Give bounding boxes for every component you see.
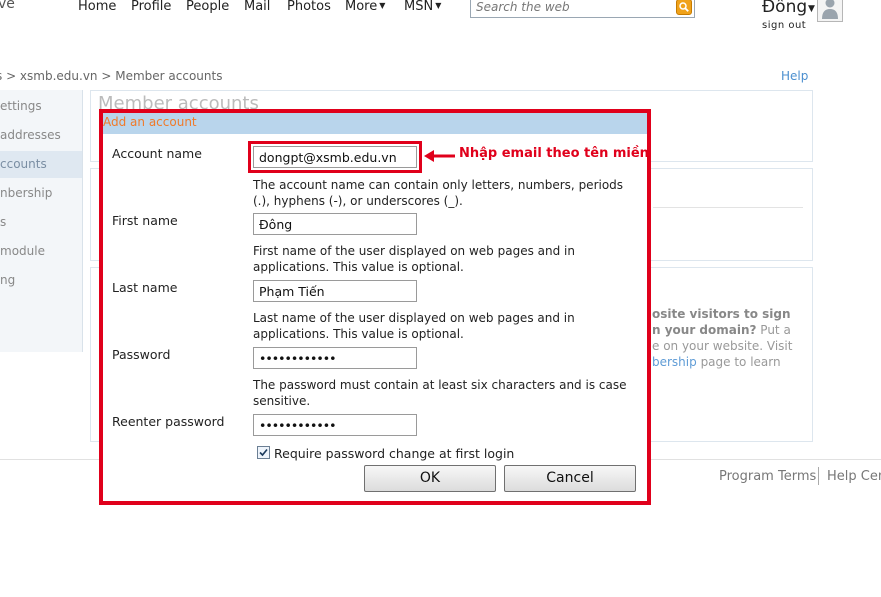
sign-out-link[interactable]: sign out bbox=[762, 20, 806, 31]
search-button[interactable] bbox=[676, 0, 692, 15]
password-help: The password must contain at least six c… bbox=[253, 378, 627, 408]
first-name-input[interactable] bbox=[253, 213, 417, 235]
dialog-title-bar: Add an account bbox=[103, 113, 647, 134]
nav-mail[interactable]: Mail bbox=[244, 0, 270, 14]
sidebar-item-membership[interactable]: nbership bbox=[0, 186, 52, 200]
search-input[interactable] bbox=[471, 0, 677, 17]
nav-msn[interactable]: MSN ▼ bbox=[404, 0, 441, 14]
user-silhouette-icon bbox=[822, 0, 838, 19]
annotation-text: Nhập email theo tên miền bbox=[459, 146, 649, 161]
last-name-input[interactable] bbox=[253, 280, 417, 302]
require-password-change-checkbox[interactable] bbox=[257, 446, 270, 459]
nav-home[interactable]: Home bbox=[78, 0, 116, 14]
last-name-help: Last name of the user displayed on web p… bbox=[253, 311, 575, 341]
cancel-button[interactable]: Cancel bbox=[504, 465, 636, 492]
nav-people[interactable]: People bbox=[186, 0, 229, 14]
password-label: Password bbox=[112, 347, 171, 362]
ok-button[interactable]: OK bbox=[364, 465, 496, 492]
sidebar-item-settings[interactable]: ettings bbox=[0, 99, 42, 113]
chevron-down-icon[interactable]: ▼ bbox=[808, 4, 815, 14]
sidebar-item-ng[interactable]: ng bbox=[0, 273, 15, 287]
nav-more[interactable]: More ▼ bbox=[345, 0, 385, 14]
account-name-highlight-box bbox=[248, 141, 422, 173]
chevron-down-icon: ▼ bbox=[435, 1, 442, 10]
search-box bbox=[470, 0, 695, 18]
help-center-link[interactable]: Help Cent bbox=[827, 469, 881, 484]
sidebar-item-s[interactable]: s bbox=[0, 215, 6, 229]
divider bbox=[653, 207, 803, 208]
require-password-change-label[interactable]: Require password change at first login bbox=[274, 446, 514, 461]
account-name-label: Account name bbox=[112, 146, 202, 161]
membership-link[interactable]: bership bbox=[652, 355, 697, 369]
reenter-password-label: Reenter password bbox=[112, 414, 225, 429]
first-name-help: First name of the user displayed on web … bbox=[253, 244, 575, 274]
help-link[interactable]: Help bbox=[781, 69, 808, 83]
account-name-help: The account name can contain only letter… bbox=[253, 178, 624, 208]
password-input[interactable] bbox=[253, 347, 417, 369]
sidebar-item-addresses[interactable]: addresses bbox=[0, 128, 61, 142]
program-terms-link[interactable]: Program Terms bbox=[719, 469, 816, 484]
brand-logo[interactable]: ve™ bbox=[0, 0, 22, 12]
sidebar-item-accounts[interactable]: ccounts bbox=[0, 151, 82, 178]
promo-text: bership page to learn bbox=[652, 355, 781, 369]
dialog-title: Add an account bbox=[103, 115, 197, 129]
user-name-menu[interactable]: Đông bbox=[762, 0, 807, 17]
promo-text: e on your website. Visit bbox=[652, 339, 793, 353]
nav-profile[interactable]: Profile bbox=[131, 0, 171, 14]
search-icon bbox=[679, 2, 689, 12]
footer-separator bbox=[818, 467, 819, 485]
arrow-left-icon bbox=[424, 150, 455, 162]
promo-text: n your domain? Put a bbox=[652, 323, 791, 337]
reenter-password-input[interactable] bbox=[253, 414, 417, 436]
checkmark-icon bbox=[259, 448, 268, 457]
sidebar-item-module[interactable]: module bbox=[0, 244, 45, 258]
avatar[interactable] bbox=[817, 0, 843, 22]
last-name-label: Last name bbox=[112, 280, 178, 295]
promo-text: osite visitors to sign bbox=[652, 307, 791, 321]
top-navigation-bar: ve™ Home Profile People Mail Photos More… bbox=[0, 0, 881, 48]
chevron-down-icon: ▼ bbox=[379, 1, 386, 10]
nav-photos[interactable]: Photos bbox=[287, 0, 331, 14]
breadcrumb: s > xsmb.edu.vn > Member accounts bbox=[0, 69, 223, 83]
first-name-label: First name bbox=[112, 213, 178, 228]
